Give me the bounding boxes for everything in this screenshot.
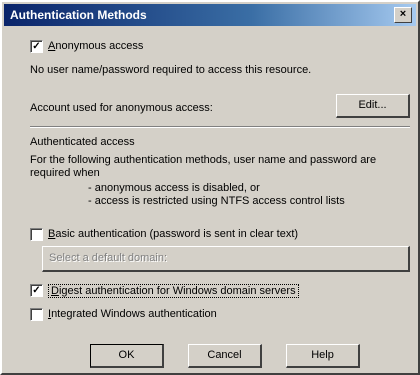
- select-default-domain-button[interactable]: Select a default domain:: [42, 246, 410, 272]
- account-label: Account used for anonymous access:: [30, 102, 213, 114]
- authenticated-heading: Authenticated access: [30, 136, 135, 148]
- basic-authentication-label[interactable]: Basic authentication (password is sent i…: [48, 228, 298, 240]
- cancel-button-label: Cancel: [207, 349, 242, 361]
- window-title: Authentication Methods: [10, 8, 147, 22]
- digest-authentication-label[interactable]: Digest authentication for Windows domain…: [48, 284, 299, 298]
- anonymous-description: No user name/password required to access…: [30, 64, 312, 76]
- edit-button-label: Edit...: [358, 99, 387, 111]
- check-icon: ✓: [32, 41, 41, 52]
- authenticated-description: For the following authentication methods…: [30, 154, 377, 179]
- condition-ntfs-restricted: - access is restricted using NTFS access…: [88, 195, 345, 207]
- digest-authentication-checkbox[interactable]: ✓: [30, 284, 43, 297]
- edit-account-button[interactable]: Edit...: [336, 94, 410, 118]
- close-icon: ×: [399, 8, 407, 20]
- ok-button[interactable]: OK: [90, 344, 164, 368]
- select-default-domain-label: Select a default domain:: [49, 252, 168, 264]
- ok-button-label: OK: [118, 349, 135, 361]
- basic-authentication-checkbox[interactable]: [30, 228, 43, 241]
- integrated-windows-authentication-checkbox[interactable]: [30, 308, 43, 321]
- help-button[interactable]: Help: [286, 344, 360, 368]
- anonymous-access-checkbox[interactable]: ✓: [30, 40, 43, 53]
- cancel-button[interactable]: Cancel: [188, 344, 262, 368]
- check-icon: ✓: [32, 285, 41, 296]
- separator: [30, 126, 410, 128]
- authentication-methods-dialog: Authentication Methods × ✓ Anonymous acc…: [0, 0, 420, 375]
- anonymous-access-label[interactable]: Anonymous access: [48, 40, 143, 52]
- condition-anonymous-disabled: - anonymous access is disabled, or: [88, 182, 260, 194]
- integrated-windows-authentication-label[interactable]: Integrated Windows authentication: [48, 308, 217, 320]
- close-button[interactable]: ×: [394, 7, 412, 23]
- help-button-label: Help: [311, 349, 334, 361]
- title-bar[interactable]: Authentication Methods ×: [4, 4, 416, 26]
